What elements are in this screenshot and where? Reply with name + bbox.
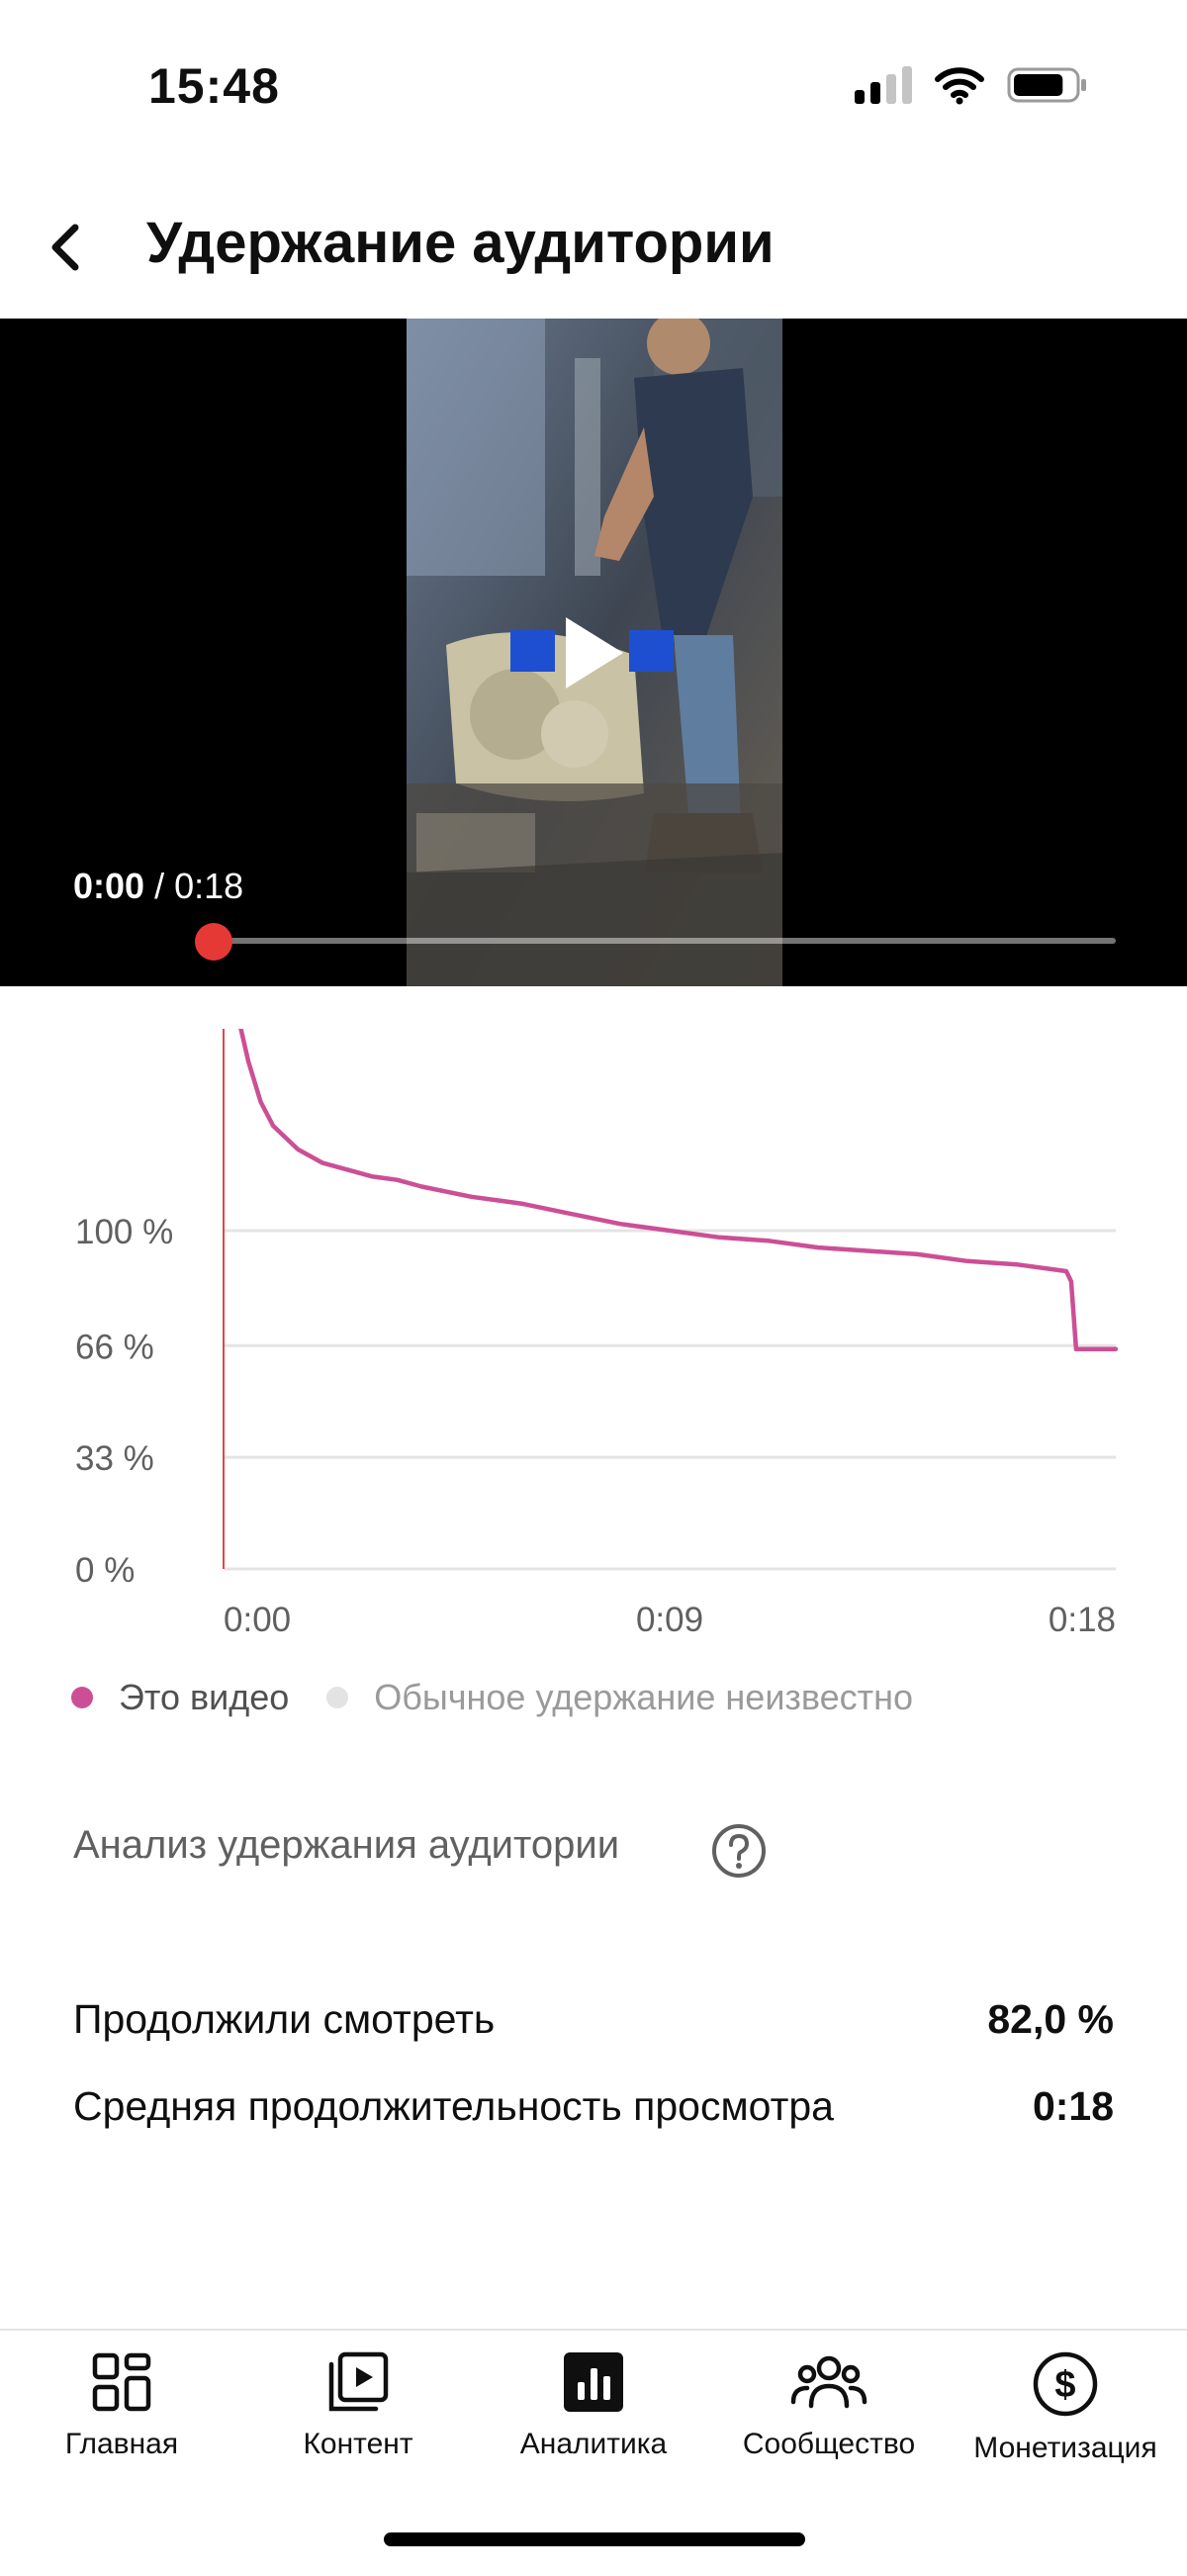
dashboard-grid-icon	[92, 2352, 151, 2412]
y-tick-label: 0 %	[75, 1551, 135, 1590]
play-icon	[566, 617, 623, 689]
metric-row-avg-view-duration: Средняя продолжительность просмотра 0:18	[73, 2083, 1114, 2130]
time-separator: /	[154, 866, 165, 906]
cellular-signal-icon	[855, 66, 912, 104]
legend-label-this-video: Это видео	[119, 1677, 290, 1717]
y-tick-label: 100 %	[75, 1213, 173, 1251]
status-icons	[855, 65, 1088, 105]
back-button[interactable]	[30, 208, 109, 287]
legend-label-typical: Обычное удержание неизвестно	[374, 1677, 914, 1717]
y-tick-label: 66 %	[75, 1328, 154, 1366]
series-line-this-video	[238, 1029, 1119, 1351]
time-readout: 0:00 / 0:18	[73, 866, 243, 907]
nav-item-analytics[interactable]: Аналитика	[495, 2350, 692, 2499]
nav-label: Монетизация	[973, 2432, 1157, 2464]
nav-item-community[interactable]: Сообщество	[730, 2350, 928, 2499]
analysis-title: Анализ удержания аудитории	[73, 1823, 620, 1867]
legend-marker-this-video	[71, 1687, 93, 1708]
x-tick-label: 0:18	[1049, 1601, 1116, 1639]
svg-text:$: $	[1054, 2364, 1075, 2406]
video-player[interactable]: 0:00 / 0:18	[0, 319, 1187, 986]
video-content-icon	[328, 2351, 389, 2412]
status-time: 15:48	[148, 58, 280, 114]
nav-label: Контент	[303, 2428, 413, 2460]
monetization-dollar-icon: $	[1033, 2351, 1098, 2417]
progress-handle[interactable]	[195, 923, 232, 961]
y-tick-label: 33 %	[75, 1439, 154, 1478]
analytics-bar-chart-icon	[564, 2352, 623, 2412]
progress-bar[interactable]	[214, 938, 1116, 944]
nav-label: Главная	[64, 2428, 179, 2460]
total-duration: 0:18	[174, 866, 244, 906]
nav-item-content[interactable]: Контент	[259, 2350, 457, 2499]
nav-item-monetization[interactable]: $ Монетизация	[966, 2350, 1164, 2499]
page-title: Удержание аудитории	[146, 211, 775, 275]
wifi-icon	[935, 67, 984, 105]
chart-legend: Это видео Обычное удержание неизвестно	[71, 1677, 951, 1718]
metric-label: Продолжили смотреть	[73, 1996, 496, 2042]
question-circle-icon	[712, 1824, 766, 1878]
chevron-left-icon	[51, 224, 79, 271]
metric-value: 0:18	[1032, 2083, 1114, 2129]
x-tick-label: 0:09	[636, 1601, 703, 1639]
battery-icon	[1007, 67, 1086, 103]
retention-chart: 100 % 66 % 33 % 0 % 0:00 0:09 0:18	[75, 1029, 1119, 1639]
nav-label: Сообщество	[742, 2428, 916, 2460]
legend-item-this-video: Это видео	[71, 1677, 289, 1718]
legend-item-typical: Обычное удержание неизвестно	[326, 1677, 913, 1718]
metric-row-continued-watching: Продолжили смотреть 82,0 %	[73, 1996, 1114, 2043]
header: Удержание аудитории	[0, 188, 1187, 307]
home-indicator	[384, 2532, 805, 2546]
community-people-icon	[790, 2355, 867, 2409]
nav-item-home[interactable]: Главная	[23, 2350, 221, 2499]
status-bar: 15:48	[0, 0, 1187, 168]
play-button[interactable]	[558, 613, 627, 692]
x-tick-label: 0:00	[224, 1601, 291, 1639]
metric-value: 82,0 %	[987, 1996, 1114, 2042]
legend-marker-typical	[326, 1687, 349, 1708]
current-time: 0:00	[73, 866, 145, 906]
nav-label: Аналитика	[519, 2428, 668, 2460]
help-button[interactable]	[710, 1822, 768, 1880]
metric-label: Средняя продолжительность просмотра	[73, 2083, 834, 2129]
